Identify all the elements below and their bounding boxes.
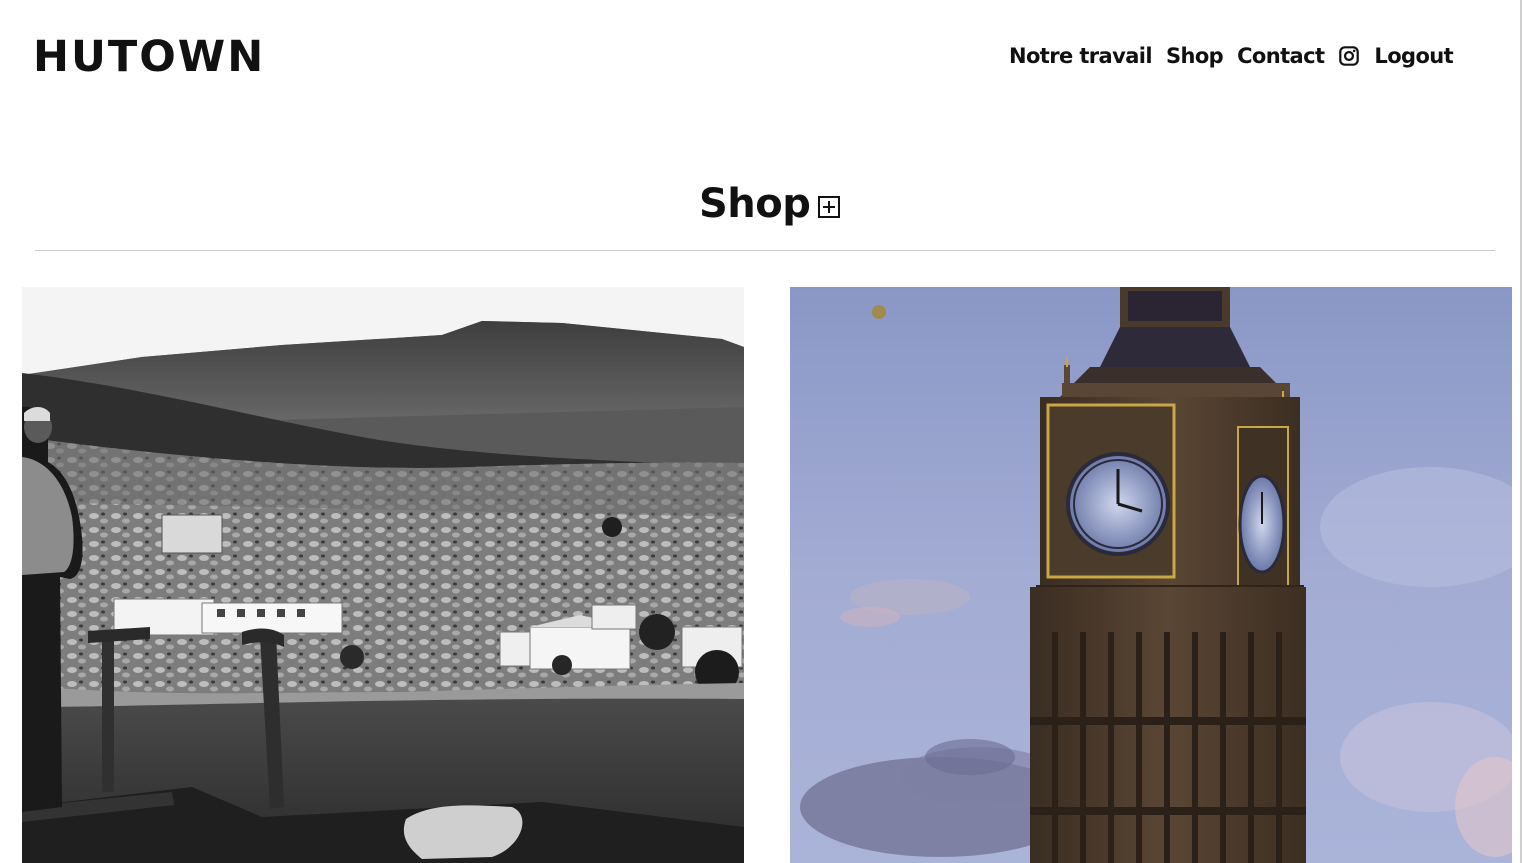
big-ben-photo	[790, 287, 1512, 863]
section-divider	[35, 250, 1495, 251]
shop-heading: Shop	[699, 180, 841, 228]
coastal-village-photo	[22, 287, 744, 863]
plus-square-icon[interactable]	[817, 195, 841, 219]
page-title: Shop	[699, 181, 811, 227]
site-logo[interactable]: HUTOWN	[33, 36, 265, 79]
product-card-coastal-village[interactable]	[22, 287, 744, 863]
page: HUTOWN Notre travail Shop Contact Logout…	[0, 0, 1522, 863]
nav-link-shop[interactable]: Shop	[1166, 44, 1224, 68]
nav-link-logout[interactable]: Logout	[1374, 44, 1453, 68]
nav-link-notre-travail[interactable]: Notre travail	[1009, 44, 1153, 68]
instagram-icon[interactable]	[1338, 45, 1360, 67]
nav-link-contact[interactable]: Contact	[1237, 44, 1325, 68]
product-card-big-ben[interactable]	[790, 287, 1512, 863]
main-nav: Notre travail Shop Contact Logout	[1009, 42, 1454, 70]
